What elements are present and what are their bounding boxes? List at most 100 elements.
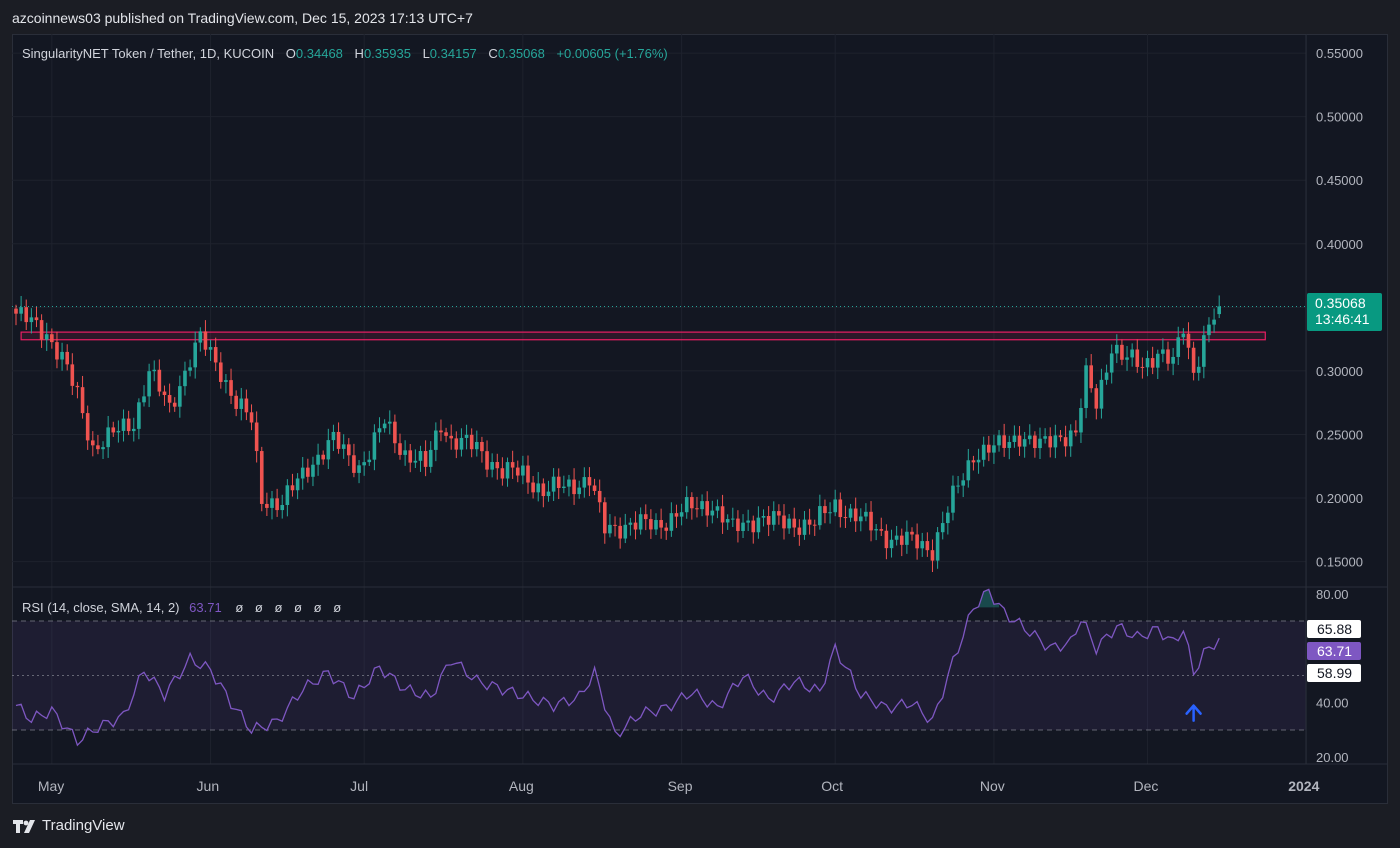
candle-body <box>131 428 136 432</box>
close-value: 0.35068 <box>497 46 545 61</box>
time-tick-label: Dec <box>1134 778 1159 794</box>
rsi-legend: RSI (14, close, SMA, 14, 2) 63.71 ø ø ø … <box>22 600 349 615</box>
candle-body <box>372 432 377 460</box>
candle-body <box>444 432 448 436</box>
candle-body <box>464 434 469 438</box>
candle-body <box>515 467 520 476</box>
candle-body <box>1058 435 1063 438</box>
candle-body <box>121 418 126 431</box>
candle-body <box>782 515 786 529</box>
candle-body <box>439 430 443 433</box>
candle-body <box>1027 435 1032 440</box>
candle-body <box>731 518 735 520</box>
candle-body <box>219 362 223 382</box>
last-price: 0.35068 <box>1315 295 1366 311</box>
candle-body <box>326 440 331 460</box>
tradingview-brand[interactable]: TradingView <box>12 817 125 834</box>
candle-body <box>1115 344 1119 354</box>
candle-body <box>29 317 34 323</box>
candle-body <box>818 506 822 526</box>
candle-body <box>536 483 541 493</box>
candle-body <box>572 479 576 495</box>
candle-body <box>930 550 935 561</box>
candle-body <box>700 501 704 510</box>
candle-body <box>367 459 372 463</box>
candle-body <box>690 497 694 509</box>
candle-body <box>720 506 725 523</box>
candle-body <box>541 483 546 497</box>
price-tick-label: 0.20000 <box>1316 491 1363 506</box>
close-label: C <box>488 46 498 61</box>
candle-body <box>894 535 899 540</box>
candle-body <box>1053 435 1058 448</box>
candle-body <box>925 541 930 551</box>
chart-canvas[interactable]: 0.550000.500000.450000.400000.350000.300… <box>12 34 1388 804</box>
candle-body <box>1212 319 1216 325</box>
candle-body <box>259 451 264 504</box>
candle-body <box>649 519 653 530</box>
publisher-line: azcoinnews03 published on TradingView.co… <box>12 10 473 26</box>
time-tick-label: Aug <box>509 778 534 794</box>
candle-body <box>434 430 438 450</box>
candle-body <box>526 465 530 483</box>
candle-body <box>684 497 689 513</box>
rsi-tick-label: 40.00 <box>1316 696 1349 711</box>
candle-body <box>879 529 884 531</box>
candle-body <box>669 513 674 531</box>
candle-body <box>265 503 269 508</box>
candle-body <box>428 449 433 467</box>
candle-body <box>577 487 581 495</box>
candle-body <box>188 367 192 371</box>
candle-body <box>797 527 802 535</box>
candle-body <box>167 395 172 403</box>
candle-body <box>1109 353 1114 373</box>
candle-body <box>853 508 858 522</box>
candle-body <box>1217 306 1221 315</box>
candle-body <box>638 514 643 530</box>
time-tick-label: Jun <box>197 778 220 794</box>
candle-body <box>495 462 500 469</box>
candle-body <box>997 435 1001 446</box>
candle-body <box>157 369 162 392</box>
price-tick-label: 0.50000 <box>1316 110 1363 125</box>
candle-body <box>1017 435 1022 447</box>
candle-body <box>643 514 648 520</box>
candle-body <box>838 499 843 518</box>
resistance-zone <box>20 331 1266 341</box>
candle-body <box>1120 344 1124 360</box>
candle-body <box>480 441 484 452</box>
price-legend: SingularityNET Token / Tether, 1D, KUCOI… <box>22 46 676 61</box>
rsi-legend-value: 63.71 <box>189 600 222 615</box>
candle-body <box>951 485 955 513</box>
candle-body <box>976 459 981 463</box>
candle-body <box>152 369 157 372</box>
open-value: 0.34468 <box>295 46 343 61</box>
candle-body <box>449 435 453 439</box>
candle-body <box>920 541 925 549</box>
candle-body <box>101 447 105 450</box>
candle-body <box>869 511 873 531</box>
candle-body <box>695 508 699 510</box>
candle-body <box>1104 372 1109 380</box>
candle-body <box>521 465 525 476</box>
candle-body <box>1079 407 1083 433</box>
symbol-title: SingularityNET Token / Tether, 1D, KUCOI… <box>22 46 275 61</box>
candle-body <box>1022 439 1027 447</box>
na-value: ø <box>313 600 322 615</box>
candle-body <box>1089 365 1093 389</box>
candle-body <box>382 423 387 429</box>
candle-body <box>362 462 366 466</box>
candle-body <box>659 520 663 528</box>
candle-body <box>771 511 776 525</box>
candle-body <box>413 460 418 463</box>
candle-body <box>1094 388 1099 409</box>
candle-body <box>1176 337 1181 357</box>
candle-body <box>551 476 556 492</box>
candle-body <box>178 386 182 407</box>
candle-body <box>469 434 474 450</box>
candle-body <box>777 511 781 516</box>
candle-body <box>475 441 479 450</box>
candle-body <box>203 331 208 350</box>
candle-body <box>213 347 218 363</box>
candle-body <box>848 508 853 518</box>
